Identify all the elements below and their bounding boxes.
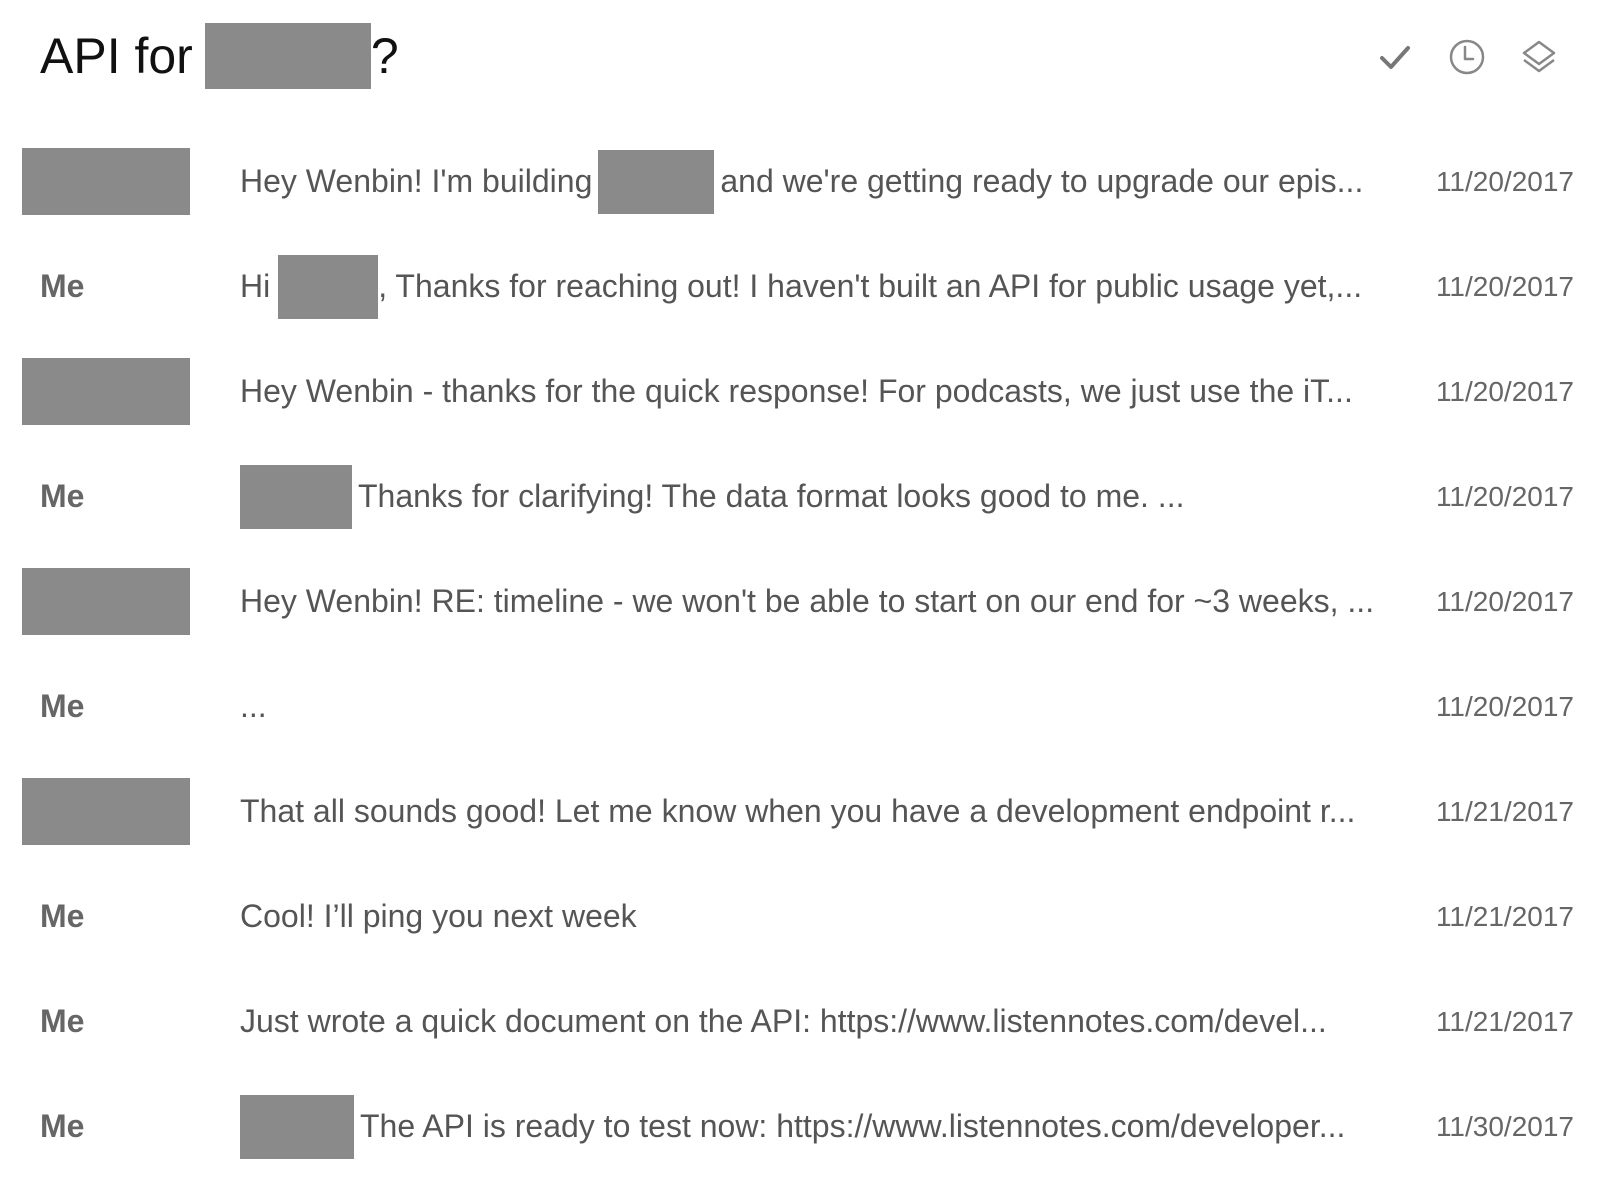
sender (22, 778, 190, 845)
message-date: 11/21/2017 (1435, 1005, 1574, 1037)
snippet-text: The API is ready to test now: https://ww… (360, 1108, 1346, 1144)
message-date: 11/21/2017 (1435, 900, 1574, 932)
thread-header: API for ? (0, 0, 1600, 120)
snippet-text: ... (240, 688, 267, 724)
sender-name: Me (40, 1108, 85, 1144)
message-date: 11/20/2017 (1435, 480, 1574, 512)
sender-name: Me (40, 688, 85, 724)
message-snippet: Just wrote a quick document on the API: … (240, 988, 1420, 1055)
message-date: 11/21/2017 (1435, 795, 1574, 827)
message-row[interactable]: Hey Wenbin! RE: timeline - we won't be a… (0, 555, 1600, 660)
redacted-block (240, 464, 352, 529)
message-snippet: That all sounds good! Let me know when y… (240, 778, 1420, 845)
message-date: 11/20/2017 (1435, 165, 1574, 197)
message-date: 11/20/2017 (1435, 375, 1574, 407)
snippet-text: Cool! I’ll ping you next week (240, 898, 637, 934)
redacted-sender (22, 568, 190, 635)
message-row[interactable]: That all sounds good! Let me know when y… (0, 765, 1600, 870)
message-snippet: ... (240, 673, 1420, 740)
redacted-sender (22, 148, 190, 215)
message-list: Hey Wenbin! I'm building and we're getti… (0, 135, 1600, 1185)
snippet-text: Hey Wenbin! I'm building (240, 163, 593, 199)
redacted-block (598, 149, 715, 214)
message-row[interactable]: Me The API is ready to test now: https:/… (0, 1080, 1600, 1185)
snippet-text: Thanks for clarifying! The data format l… (358, 478, 1185, 514)
snippet-text: Hi (240, 268, 271, 304)
sender-name: Me (40, 898, 85, 934)
message-row[interactable]: Me Cool! I’ll ping you next week 11/21/2… (0, 870, 1600, 975)
sender (22, 568, 190, 635)
message-snippet: Hey Wenbin! RE: timeline - we won't be a… (240, 568, 1420, 635)
message-date: 11/20/2017 (1435, 270, 1574, 302)
subject-prefix: API for (40, 28, 193, 84)
snippet-text: That all sounds good! Let me know when y… (240, 793, 1356, 829)
message-row[interactable]: Me Just wrote a quick document on the AP… (0, 975, 1600, 1080)
sender: Me (22, 1093, 190, 1160)
message-row[interactable]: Hey Wenbin! I'm building and we're getti… (0, 135, 1600, 240)
thread-actions (1374, 36, 1560, 78)
snooze-button[interactable] (1446, 36, 1488, 78)
message-row[interactable]: Hey Wenbin - thanks for the quick respon… (0, 345, 1600, 450)
sender-name: Me (40, 1003, 85, 1039)
mark-done-button[interactable] (1374, 36, 1416, 78)
sender (22, 358, 190, 425)
sender: Me (22, 883, 190, 950)
message-snippet: Hi , Thanks for reaching out! I haven't … (240, 253, 1420, 320)
sender-name: Me (40, 478, 85, 514)
thread-subject: API for ? (40, 22, 399, 90)
redacted-sender (22, 358, 190, 425)
message-row[interactable]: Me Thanks for clarifying! The data forma… (0, 450, 1600, 555)
redacted-block (240, 1094, 354, 1159)
move-button[interactable] (1518, 36, 1560, 78)
message-snippet: Hey Wenbin! I'm building and we're getti… (240, 148, 1420, 215)
message-date: 11/20/2017 (1435, 585, 1574, 617)
layers-icon (1520, 38, 1558, 76)
sender: Me (22, 463, 190, 530)
sender: Me (22, 673, 190, 740)
message-snippet: The API is ready to test now: https://ww… (240, 1093, 1420, 1160)
redacted-block (204, 23, 371, 89)
sender: Me (22, 253, 190, 320)
message-snippet: Cool! I’ll ping you next week (240, 883, 1420, 950)
clock-icon (1448, 38, 1486, 76)
message-date: 11/30/2017 (1435, 1110, 1574, 1142)
redacted-sender (22, 778, 190, 845)
message-date: 11/20/2017 (1435, 690, 1574, 722)
snippet-text: Hey Wenbin! RE: timeline - we won't be a… (240, 583, 1375, 619)
redacted-block (278, 254, 379, 319)
snippet-text: Just wrote a quick document on the API: … (240, 1003, 1327, 1039)
snippet-text: Hey Wenbin - thanks for the quick respon… (240, 373, 1353, 409)
snippet-text: , Thanks for reaching out! I haven't bui… (378, 268, 1363, 304)
snippet-text: and we're getting ready to upgrade our e… (720, 163, 1364, 199)
message-row[interactable]: Me Hi , Thanks for reaching out! I haven… (0, 240, 1600, 345)
message-row[interactable]: Me ... 11/20/2017 (0, 660, 1600, 765)
sender: Me (22, 988, 190, 1055)
sender (22, 148, 190, 215)
subject-suffix: ? (370, 28, 399, 84)
sender-name: Me (40, 268, 85, 304)
message-snippet: Hey Wenbin - thanks for the quick respon… (240, 358, 1420, 425)
check-icon (1378, 40, 1412, 74)
message-snippet: Thanks for clarifying! The data format l… (240, 463, 1420, 530)
